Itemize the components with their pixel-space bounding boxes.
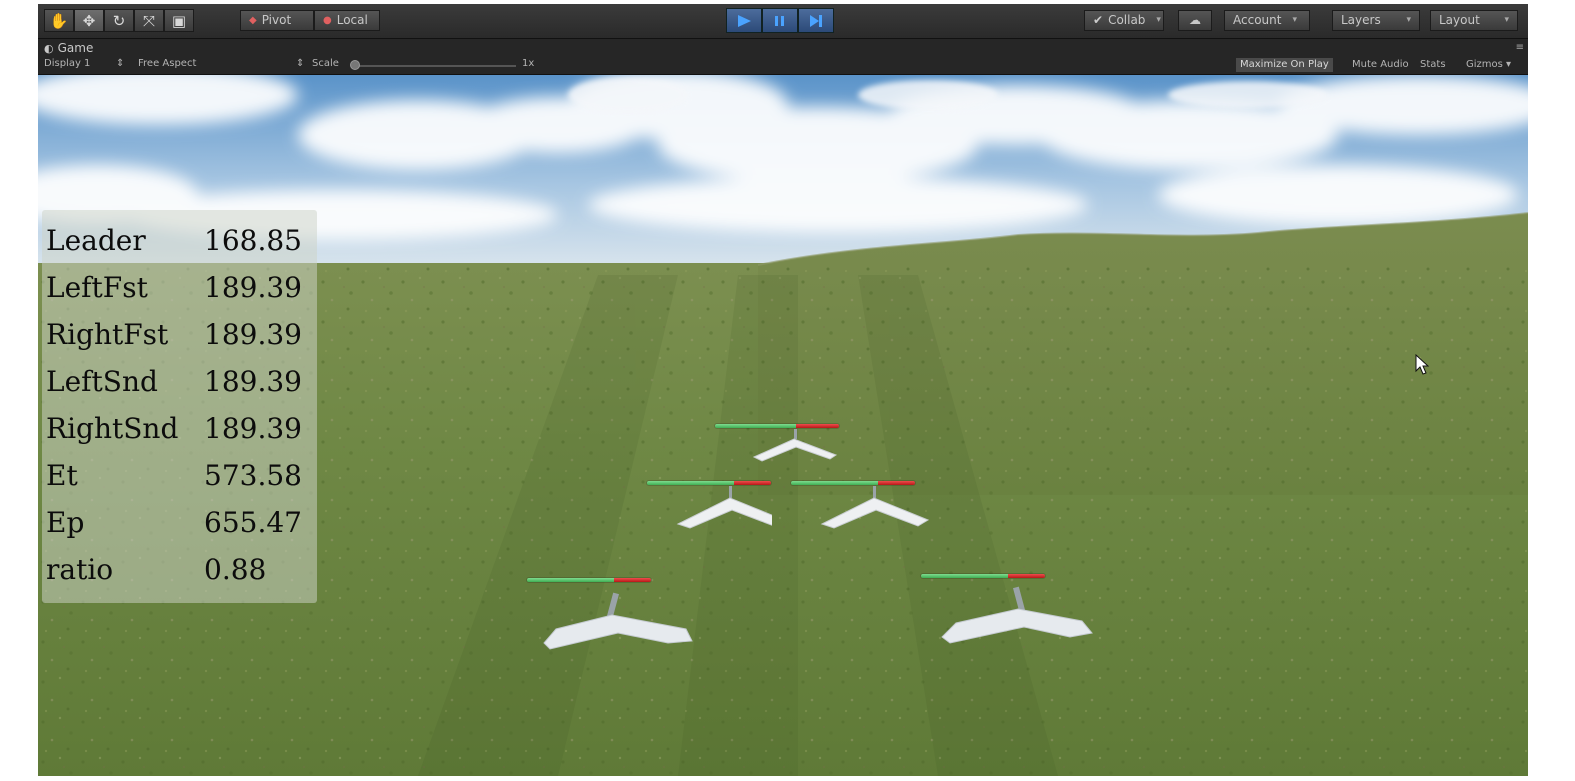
stats-overlay-panel: Leader 168.85 LeftFst 189.39 RightFst 18… (42, 210, 317, 603)
aspect-chevron-icon: ⇕ (296, 58, 305, 69)
pivot-label: Pivot (261, 13, 292, 27)
play-icon (738, 14, 751, 27)
drone-left-second[interactable] (526, 577, 693, 657)
stat-value: 0.88 (204, 553, 267, 586)
pivot-toggle[interactable]: ◆ Pivot (240, 10, 314, 31)
pause-button[interactable] (762, 8, 798, 33)
chevron-down-icon: ▾ (1504, 15, 1509, 25)
drone-right-first[interactable] (790, 480, 930, 530)
stat-label: Et (46, 459, 78, 492)
move-tool-icon: ✥ (82, 11, 96, 30)
scale-slider-track[interactable] (356, 65, 516, 67)
account-label: Account (1233, 13, 1282, 27)
rect-tool-button[interactable]: ▣ (164, 9, 194, 32)
drone-leader[interactable] (714, 423, 840, 463)
cloud-button[interactable]: ☁ (1178, 10, 1212, 31)
play-button[interactable] (726, 8, 762, 33)
stat-label: ratio (46, 553, 114, 586)
rotate-tool-icon: ↻ (112, 11, 126, 30)
stat-label: LeftFst (46, 271, 148, 304)
game-tab[interactable]: ◐ Game (44, 41, 93, 55)
chevron-down-icon: ▾ (1292, 15, 1297, 25)
unity-editor-window: ✋ ✥ ↻ ⤧ ▣ ◆ Pivot ● Local ✔ Collab ▾ ☁ A… (38, 4, 1528, 776)
rect-tool-icon: ▣ (171, 11, 187, 30)
stat-value: 189.39 (204, 365, 302, 398)
local-icon: ● (323, 15, 332, 26)
main-toolbar: ✋ ✥ ↻ ⤧ ▣ ◆ Pivot ● Local ✔ Collab ▾ ☁ A… (38, 4, 1528, 39)
cloud-icon: ☁ (1189, 13, 1201, 27)
pause-icon (775, 15, 784, 26)
display-chevron-icon: ⇕ (116, 58, 125, 69)
mute-audio-toggle[interactable]: Mute Audio (1348, 58, 1413, 72)
mouse-cursor-icon (1415, 354, 1429, 375)
stat-value: 189.39 (204, 412, 302, 445)
hand-tool-button[interactable]: ✋ (44, 9, 74, 32)
drone-body-icon (543, 592, 693, 650)
scale-slider-handle[interactable] (350, 60, 360, 70)
pivot-icon: ◆ (249, 15, 257, 26)
stat-label: Ep (46, 506, 85, 539)
stat-label: LeftSnd (46, 365, 158, 398)
scale-value: 1x (522, 58, 535, 69)
drone-body-icon (676, 486, 772, 529)
scale-tool-button[interactable]: ⤧ (134, 9, 164, 32)
drone-body-icon (941, 586, 1093, 644)
drone-right-second[interactable] (920, 573, 1093, 653)
drone-body-icon (820, 486, 930, 529)
scale-label: Scale (312, 58, 339, 69)
layout-label: Layout (1439, 13, 1480, 27)
aspect-dropdown[interactable]: Free Aspect (138, 58, 196, 69)
game-viewport[interactable]: Leader 168.85 LeftFst 189.39 RightFst 18… (38, 75, 1528, 776)
panel-menu-icon[interactable]: ≡ (1516, 42, 1524, 53)
step-button[interactable] (798, 8, 834, 33)
local-label: Local (336, 13, 368, 27)
chevron-down-icon: ▾ (1406, 15, 1411, 25)
drone-left-first[interactable] (646, 480, 772, 530)
gizmos-label: Gizmos (1466, 59, 1503, 70)
stat-value: 168.85 (204, 224, 302, 257)
maximize-on-play-toggle[interactable]: Maximize On Play (1236, 58, 1333, 72)
playback-controls (726, 8, 834, 33)
drone-body-icon (752, 429, 838, 462)
display-dropdown[interactable]: Display 1 (44, 58, 90, 69)
gizmos-dropdown[interactable]: Gizmos ▾ (1462, 58, 1515, 72)
account-dropdown[interactable]: Account ▾ (1224, 10, 1310, 31)
stats-toggle[interactable]: Stats (1416, 58, 1450, 72)
local-toggle[interactable]: ● Local (314, 10, 380, 31)
collab-dropdown[interactable]: ✔ Collab ▾ (1084, 10, 1164, 31)
collab-check-icon: ✔ (1093, 13, 1104, 27)
stat-value: 189.39 (204, 318, 302, 351)
layers-label: Layers (1341, 13, 1381, 27)
stat-label: Leader (46, 224, 146, 257)
stat-value: 573.58 (204, 459, 302, 492)
stat-value: 655.47 (204, 506, 302, 539)
step-icon (810, 14, 822, 27)
stat-label: RightFst (46, 318, 169, 351)
game-tab-label: Game (57, 41, 94, 55)
layout-dropdown[interactable]: Layout ▾ (1430, 10, 1518, 31)
transform-tools: ✋ ✥ ↻ ⤧ ▣ (44, 9, 194, 32)
hand-tool-icon: ✋ (49, 11, 69, 30)
scale-tool-icon: ⤧ (142, 11, 155, 30)
collab-label: Collab (1108, 13, 1146, 27)
chevron-down-icon: ▾ (1156, 15, 1161, 25)
rotate-tool-button[interactable]: ↻ (104, 9, 134, 32)
move-tool-button[interactable]: ✥ (74, 9, 104, 32)
stat-label: RightSnd (46, 412, 179, 445)
stat-value: 189.39 (204, 271, 302, 304)
game-view-controls: Display 1 ⇕ Free Aspect ⇕ Scale 1x Maxim… (38, 57, 1528, 73)
game-view-header: ◐ Game ≡ Display 1 ⇕ Free Aspect ⇕ Scale… (38, 39, 1528, 75)
game-controller-icon: ◐ (44, 41, 54, 55)
layers-dropdown[interactable]: Layers ▾ (1332, 10, 1420, 31)
